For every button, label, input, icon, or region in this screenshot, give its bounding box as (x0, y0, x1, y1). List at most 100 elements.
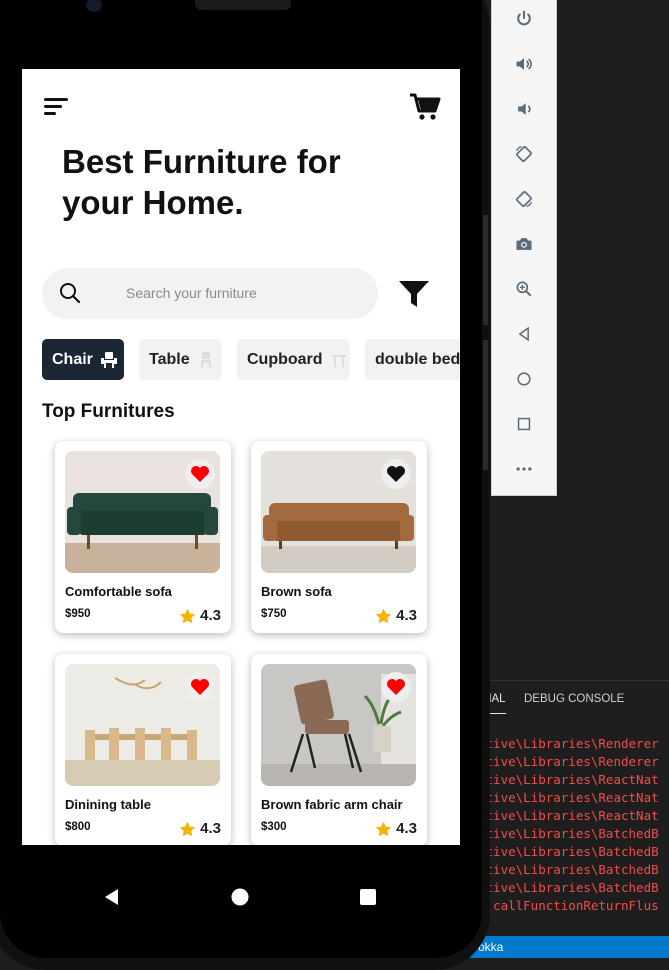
terminal-line: ative\Libraries\ReactNat (480, 772, 659, 787)
favorite-button[interactable] (185, 459, 215, 489)
title-line: your Home. (62, 184, 244, 221)
rating-value: 4.3 (396, 820, 417, 837)
favorite-button[interactable] (381, 459, 411, 489)
category-chip-chair[interactable]: Chair (42, 339, 124, 380)
terminal-line: ative\Libraries\ReactNat (480, 790, 659, 805)
terminal-line: ative\Libraries\Renderer (480, 754, 659, 769)
terminal-line: ative\Libraries\BatchedB (480, 826, 659, 841)
nav-home-button[interactable] (230, 887, 250, 907)
home-button[interactable] (492, 364, 556, 394)
search-placeholder: Search your furniture (126, 285, 257, 301)
heart-icon (191, 466, 209, 482)
emulator-toolbar (491, 0, 557, 496)
product-price: $950 (65, 608, 91, 620)
panel-tabs: INAL DEBUG CONSOLE (480, 680, 669, 719)
product-name: Dinining table (65, 797, 151, 812)
product-rating: 4.3 (375, 820, 417, 837)
filter-icon (399, 281, 429, 307)
menu-button[interactable] (42, 96, 70, 118)
star-icon (179, 821, 196, 836)
zoom-icon (516, 281, 532, 297)
terminal-line: ative\Libraries\BatchedB (480, 880, 659, 895)
phone-speaker (195, 0, 291, 10)
overview-button[interactable] (492, 409, 556, 439)
chair-icon (100, 351, 117, 368)
product-rating: 4.3 (179, 820, 221, 837)
volume-up-button[interactable] (492, 49, 556, 79)
recents-icon (360, 889, 376, 905)
search-input[interactable]: Search your furniture (42, 268, 378, 319)
heart-icon (191, 679, 209, 695)
power-icon (517, 10, 531, 26)
more-button[interactable] (492, 454, 556, 484)
title-line: Best Furniture for (62, 143, 341, 180)
home-icon (231, 888, 249, 906)
back-button[interactable] (492, 319, 556, 349)
product-name: Brown fabric arm chair (261, 797, 403, 812)
nav-recents-button[interactable] (359, 888, 377, 906)
terminal-line: n callFunctionReturnFlus (480, 898, 659, 913)
rotate-right-icon (516, 191, 533, 208)
product-rating: 4.3 (179, 607, 221, 624)
menu-icon (44, 98, 68, 115)
product-card[interactable]: Brown fabric arm chair $300 4.3 (251, 654, 427, 845)
star-icon (375, 821, 392, 836)
category-label: double bed (375, 350, 460, 368)
power-button[interactable] (492, 4, 556, 34)
rotate-left-button[interactable] (492, 139, 556, 169)
heart-icon (387, 679, 405, 695)
cart-icon (410, 93, 441, 120)
zoom-button[interactable] (492, 274, 556, 304)
terminal-line: ative\Libraries\BatchedB (480, 844, 659, 859)
camera-icon (516, 238, 532, 250)
category-label: Chair (52, 350, 93, 368)
terminal-output: ative\Libraries\Renderer ative\Libraries… (480, 735, 669, 935)
product-price: $300 (261, 821, 287, 833)
nav-back-button[interactable] (102, 887, 122, 907)
table-icon (200, 351, 211, 368)
rating-value: 4.3 (200, 820, 221, 837)
favorite-button[interactable] (185, 672, 215, 702)
terminal-line: ative\Libraries\ReactNat (480, 808, 659, 823)
app-screen: Best Furniture for your Home. Search you… (22, 69, 460, 845)
volume-down-button[interactable] (492, 94, 556, 124)
category-label: Cupboard (247, 350, 323, 368)
product-name: Brown sofa (261, 584, 332, 599)
search-icon (60, 283, 81, 304)
rotate-right-button[interactable] (492, 184, 556, 214)
category-chip-table[interactable]: Table (139, 339, 222, 380)
status-bar: okka (470, 936, 669, 958)
product-name: Comfortable sofa (65, 584, 172, 599)
home-icon (517, 372, 531, 386)
page-title: Best Furniture for your Home. (62, 141, 341, 223)
product-card[interactable]: Brown sofa $750 4.3 (251, 441, 427, 633)
tab-debug-console[interactable]: DEBUG CONSOLE (524, 693, 624, 705)
back-icon (518, 326, 529, 342)
star-icon (375, 608, 392, 623)
product-price: $750 (261, 608, 287, 620)
terminal-line: ative\Libraries\BatchedB (480, 862, 659, 877)
android-nav-bar (22, 845, 460, 908)
filter-button[interactable] (398, 279, 430, 309)
product-card[interactable]: Dinining table $800 4.3 (55, 654, 231, 845)
terminal-line: ative\Libraries\Renderer (480, 736, 659, 751)
cupboard-icon (331, 354, 346, 367)
back-icon (105, 889, 118, 905)
favorite-button[interactable] (381, 672, 411, 702)
volume-up-icon (516, 58, 532, 70)
cart-button[interactable] (408, 92, 442, 122)
phone-side-button (483, 340, 488, 470)
volume-down-icon (518, 103, 531, 115)
screenshot-button[interactable] (492, 229, 556, 259)
recents-icon (517, 417, 531, 431)
product-card[interactable]: Comfortable sofa $950 4.3 (55, 441, 231, 633)
section-title: Top Furnitures (42, 401, 175, 422)
category-label: Table (149, 350, 190, 368)
rotate-left-icon (515, 145, 532, 162)
more-icon (516, 467, 532, 471)
phone-side-button (483, 215, 488, 325)
category-chip-double-bed[interactable]: double bed (365, 339, 460, 380)
category-chip-cupboard[interactable]: Cupboard (237, 339, 350, 380)
heart-icon (387, 466, 405, 482)
product-rating: 4.3 (375, 607, 417, 624)
